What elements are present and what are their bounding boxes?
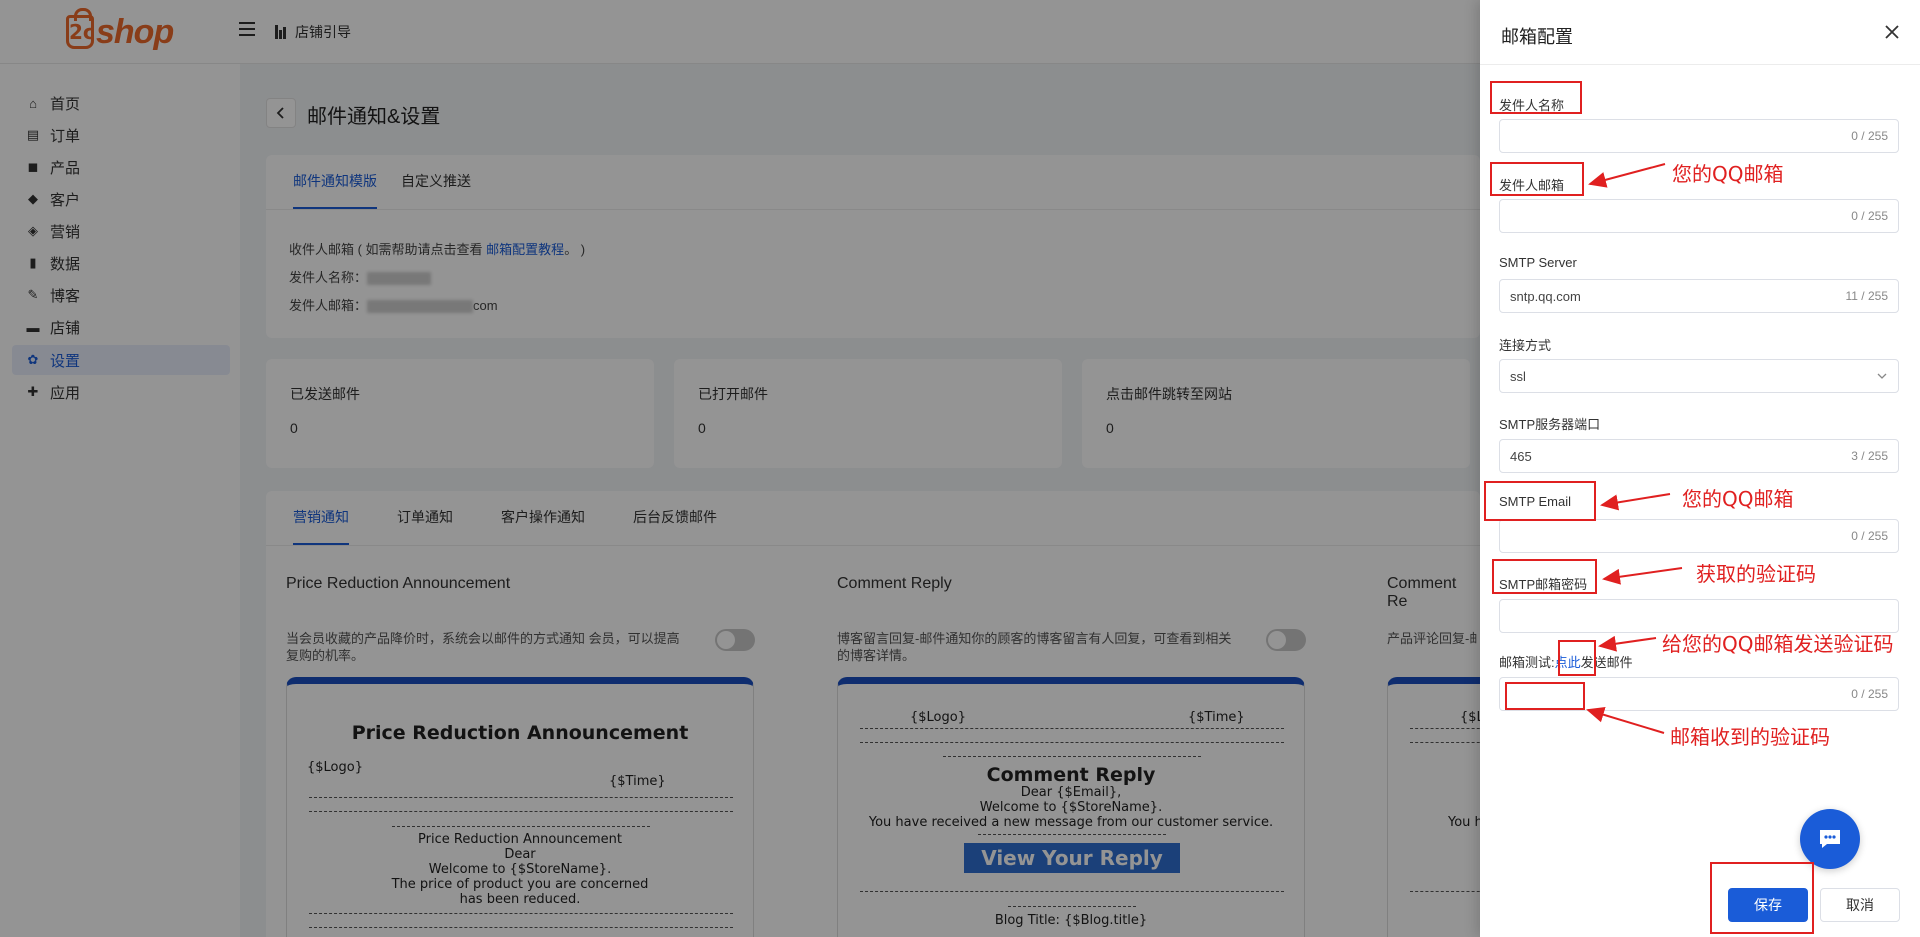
annotation-label: 给您的QQ邮箱发送验证码 bbox=[1662, 632, 1894, 656]
smtp-server-input[interactable]: sntp.qq.com 11 / 255 bbox=[1499, 279, 1899, 313]
cancel-button[interactable]: 取消 bbox=[1820, 888, 1900, 922]
char-count: 11 / 255 bbox=[1845, 289, 1888, 303]
annotation-box bbox=[1484, 481, 1596, 521]
email-test-prefix: 邮箱测试: bbox=[1499, 655, 1555, 670]
chat-support-button[interactable] bbox=[1800, 809, 1860, 869]
sender-email-input[interactable]: 0 / 255 bbox=[1499, 199, 1899, 233]
char-count: 3 / 255 bbox=[1851, 449, 1888, 463]
smtp-server-label: SMTP Server bbox=[1499, 255, 1577, 270]
annotation-label: 您的QQ邮箱 bbox=[1682, 487, 1794, 511]
annotation-box bbox=[1490, 162, 1584, 196]
smtp-email-input[interactable]: 0 / 255 bbox=[1499, 519, 1899, 553]
sender-name-input[interactable]: 0 / 255 bbox=[1499, 119, 1899, 153]
annotation-box bbox=[1710, 862, 1814, 934]
char-count: 0 / 255 bbox=[1851, 129, 1888, 143]
annotation-box bbox=[1558, 640, 1596, 676]
char-count: 0 / 255 bbox=[1851, 687, 1888, 701]
connection-type-select[interactable]: ssl bbox=[1499, 359, 1899, 393]
chevron-down-icon bbox=[1877, 373, 1887, 379]
char-count: 0 / 255 bbox=[1851, 529, 1888, 543]
input-value: sntp.qq.com bbox=[1510, 288, 1581, 304]
connection-type-label: 连接方式 bbox=[1499, 338, 1552, 353]
select-value: ssl bbox=[1510, 368, 1526, 384]
annotation-box bbox=[1492, 559, 1597, 594]
close-icon[interactable] bbox=[1882, 22, 1902, 42]
chat-bubble-icon bbox=[1820, 830, 1840, 848]
annotation-label: 邮箱收到的验证码 bbox=[1670, 725, 1830, 749]
smtp-port-label: SMTP服务器端口 bbox=[1499, 417, 1601, 432]
annotation-box bbox=[1490, 81, 1582, 114]
annotation-box bbox=[1505, 682, 1585, 710]
char-count: 0 / 255 bbox=[1851, 209, 1888, 223]
annotation-label: 获取的验证码 bbox=[1696, 562, 1816, 586]
smtp-port-input[interactable]: 465 3 / 255 bbox=[1499, 439, 1899, 473]
drawer-title: 邮箱配置 bbox=[1501, 27, 1573, 47]
email-config-drawer: 邮箱配置 发件人名称 0 / 255 发件人邮箱 0 / 255 SMTP Se… bbox=[1480, 0, 1920, 937]
annotation-label: 您的QQ邮箱 bbox=[1672, 162, 1784, 186]
divider bbox=[1480, 64, 1920, 65]
input-value: 465 bbox=[1510, 448, 1532, 464]
